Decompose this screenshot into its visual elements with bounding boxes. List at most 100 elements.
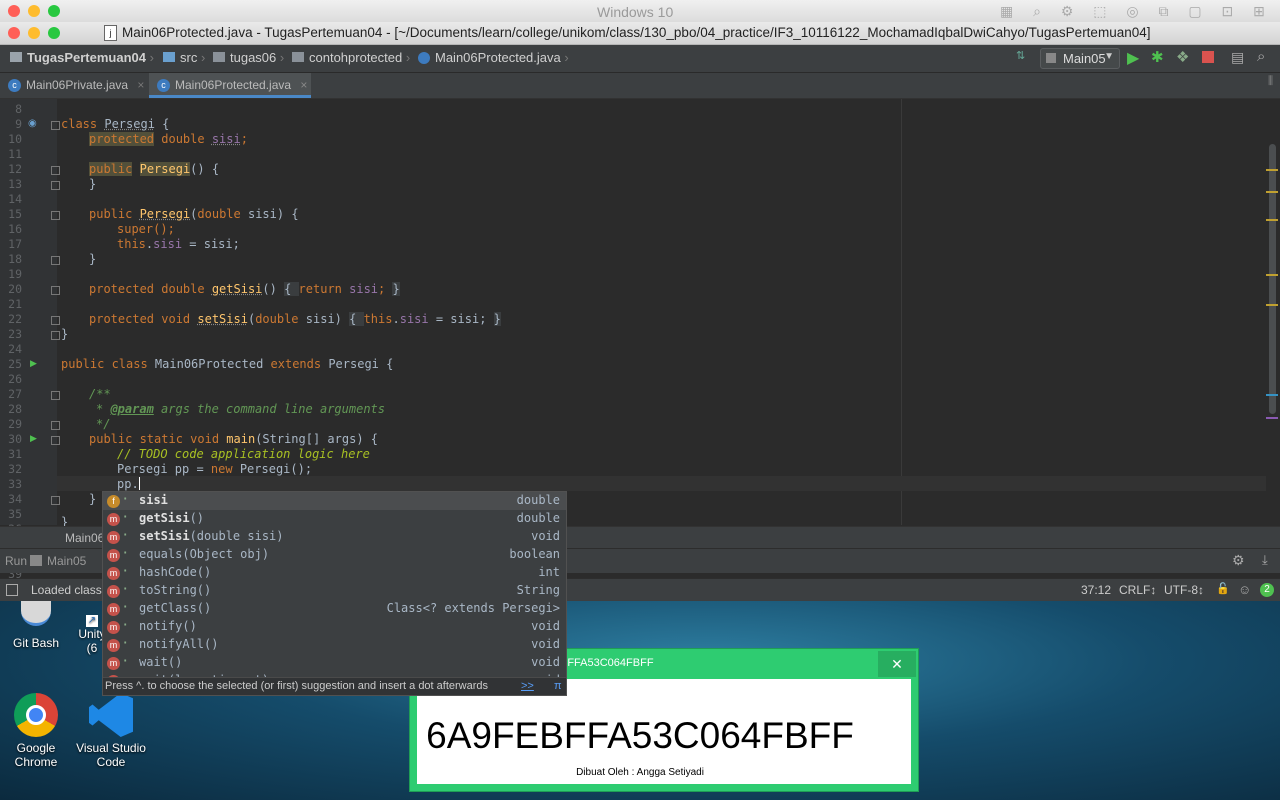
autocomplete-item[interactable]: m ⬝ setSisi(double sisi) void (103, 528, 566, 546)
method-icon: m (107, 585, 120, 598)
fold-icon[interactable] (51, 211, 60, 220)
fold-icon[interactable] (51, 256, 60, 265)
hide-panel-icon[interactable]: ⤓ (1262, 552, 1268, 568)
field-icon: f (107, 495, 120, 508)
line-separator-select[interactable]: CRLF↕ (1119, 583, 1156, 597)
encoding-select[interactable]: UTF-8↕ (1164, 583, 1204, 597)
autocomplete-item[interactable]: m ⬝ getClass() Class<? extends Persegi> (103, 600, 566, 618)
desktop-icon-label: Visual Studio Code (76, 741, 146, 769)
inspector-icon[interactable]: ☺ (1238, 582, 1251, 597)
pi-icon[interactable]: π (554, 680, 562, 692)
fold-icon[interactable] (51, 181, 60, 190)
fold-icon[interactable] (51, 286, 60, 295)
fold-icon[interactable] (51, 166, 60, 175)
text-cursor (138, 477, 140, 490)
run-gutter-icon[interactable]: ▶ (30, 358, 37, 369)
breadcrumb-package[interactable]: tugas06 › (213, 50, 284, 65)
run-tab-label[interactable]: Main06 (65, 531, 104, 545)
fold-icon[interactable] (51, 436, 60, 445)
tab-label: Main06Private.java (26, 78, 129, 92)
autocomplete-item[interactable]: m ⬝ equals(Object obj) boolean (103, 546, 566, 564)
line-number: 16 (8, 222, 22, 236)
code-line-27: /** (89, 387, 111, 401)
line-number: 23 (8, 327, 22, 341)
autocomplete-item[interactable]: f ⬝ sisi double (103, 492, 566, 510)
tab-main06protected[interactable]: c Main06Protected.java × (149, 73, 311, 98)
autocomplete-item-type: String (516, 583, 560, 597)
coverage-icon[interactable]: ❖ (1176, 48, 1189, 66)
run-label[interactable]: Run (5, 554, 27, 568)
autocomplete-item[interactable]: m ⬝ toString() String (103, 582, 566, 600)
fold-icon[interactable] (51, 121, 60, 130)
fold-icon[interactable] (51, 316, 60, 325)
run-config-select[interactable]: Main05 ▼ (1040, 48, 1120, 69)
vcs-update-icon[interactable]: ⇅ (1016, 49, 1025, 62)
hint-link[interactable]: >> (521, 680, 534, 692)
tab-label: Main06Protected.java (175, 78, 292, 92)
zoom-window-icon[interactable] (48, 5, 60, 17)
autocomplete-popup[interactable]: f ⬝ sisi double m ⬝ getSisi() double m ⬝ setSisi(d… (102, 491, 567, 696)
breadcrumb-project[interactable]: TugasPertemuan04 › (10, 50, 154, 65)
key-window-close-button[interactable]: ✕ (878, 651, 916, 677)
line-number: 33 (8, 477, 22, 491)
search-icon[interactable]: ⌕ (1257, 48, 1265, 65)
autocomplete-item-type: void (531, 655, 560, 669)
code-editor[interactable]: 8 9 10 11 12 13 14 15 16 17 18 19 20 21 22 23 24 25 26 27 28… (0, 99, 1280, 581)
debug-icon[interactable]: ✱ (1151, 48, 1164, 66)
key-window-title: BFFA53C064FBFF (560, 657, 654, 669)
implemented-icon[interactable]: ◉ (28, 118, 37, 129)
fold-icon[interactable] (51, 331, 60, 340)
desktop-icon-vscode[interactable]: Visual Studio Code (72, 693, 150, 769)
split-icon[interactable]: ⫼ (1268, 75, 1273, 88)
class-icon: c (8, 79, 21, 92)
project-structure-icon[interactable]: ▤ (1231, 49, 1244, 66)
notifications-badge[interactable]: 2 (1260, 583, 1274, 597)
minimize-window-icon[interactable] (28, 5, 40, 17)
desktop-icon-google-chrome[interactable]: Google Chrome (6, 693, 66, 769)
gear-icon[interactable]: ⚙ (1232, 552, 1245, 569)
autocomplete-item-type: boolean (509, 547, 560, 561)
line-number: 32 (8, 462, 22, 476)
autocomplete-item[interactable]: m ⬝ hashCode() int (103, 564, 566, 582)
stop-icon[interactable] (1202, 51, 1214, 63)
code-line-34: } (89, 492, 97, 506)
toggle-panels-icon[interactable] (6, 584, 18, 596)
code-line-16: super(); (117, 222, 175, 236)
run-icon[interactable]: ▶ (1127, 48, 1139, 68)
fold-icon[interactable] (51, 391, 60, 400)
method-icon: m (107, 567, 120, 580)
code-line-25: public class Main06Protected extends Per… (61, 357, 394, 371)
visibility-icon: ⬝ (124, 512, 127, 522)
line-number: 19 (8, 267, 22, 281)
cursor-position[interactable]: 37:12 (1081, 583, 1111, 597)
lock-icon[interactable]: 🔓 (1216, 582, 1230, 595)
autocomplete-item-type: double (516, 493, 560, 507)
tab-main06private[interactable]: c Main06Private.java × (0, 73, 148, 98)
class-icon (418, 52, 430, 64)
close-icon[interactable]: × (300, 78, 307, 92)
run-gutter-icon[interactable]: ▶ (30, 433, 37, 444)
run-config-tab[interactable]: Main05 (47, 554, 86, 568)
fold-icon[interactable] (51, 421, 60, 430)
autocomplete-item[interactable]: m ⬝ notify() void (103, 618, 566, 636)
visibility-icon: ⬝ (124, 602, 127, 612)
autocomplete-item-name: sisi (139, 493, 168, 507)
os-window-label: Windows 10 (597, 4, 674, 20)
class-icon: c (157, 79, 170, 92)
method-icon: m (107, 549, 120, 562)
close-icon[interactable]: × (137, 78, 144, 92)
breadcrumb-subpackage[interactable]: contohprotected › (292, 50, 410, 65)
desktop-icon-git-bash[interactable]: Git Bash (6, 601, 66, 650)
autocomplete-item[interactable]: m ⬝ getSisi() double (103, 510, 566, 528)
fold-icon[interactable] (51, 496, 60, 505)
autocomplete-item[interactable]: m ⬝ notifyAll() void (103, 636, 566, 654)
zoom-window-icon[interactable] (48, 27, 60, 39)
close-window-icon[interactable] (8, 5, 20, 17)
autocomplete-item[interactable]: m ⬝ wait() void (103, 654, 566, 672)
breadcrumb-src[interactable]: src › (163, 50, 205, 65)
package-icon (292, 52, 304, 62)
close-window-icon[interactable] (8, 27, 20, 39)
code-line-33[interactable]: pp. (117, 477, 140, 491)
minimize-window-icon[interactable] (28, 27, 40, 39)
breadcrumb-file[interactable]: Main06Protected.java › (418, 50, 569, 65)
